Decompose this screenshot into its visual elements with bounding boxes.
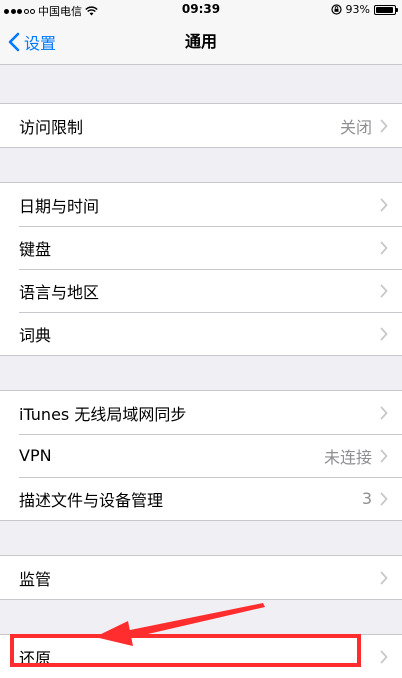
settings-row-value: 关闭 [339, 117, 372, 137]
settings-general-screen: 中国电信 09:39 93% 设置 通用 访问限制 关闭 日期与时间 键盘 语言… [0, 0, 402, 678]
settings-row[interactable]: VPN 未连接 [0, 434, 402, 477]
status-bar: 中国电信 09:39 93% [0, 0, 402, 20]
settings-group: 访问限制 关闭 [0, 103, 402, 148]
settings-list: 访问限制 关闭日期与时间键盘语言与地区词典 iTunes 无线局域网同步 VPN 未连接… [0, 65, 402, 678]
settings-row-label: 还原 [19, 648, 52, 668]
page-title: 通用 [184, 32, 217, 51]
settings-row[interactable]: 词典 [0, 312, 402, 355]
settings-row[interactable]: 键盘 [0, 226, 402, 269]
settings-group: iTunes 无线局域网同步 VPN 未连接描述文件与设备管理 3 [0, 390, 402, 521]
settings-row-value: 未连接 [323, 447, 372, 467]
chevron-right-icon [380, 327, 388, 341]
settings-row-label: 词典 [19, 325, 52, 345]
settings-group: 监管 [0, 555, 402, 600]
settings-row-label: 描述文件与设备管理 [19, 490, 164, 510]
section-gap [0, 356, 402, 390]
chevron-right-icon [380, 449, 388, 463]
section-gap [0, 521, 402, 555]
settings-group: 还原 [0, 634, 402, 678]
chevron-right-icon [380, 284, 388, 298]
settings-row[interactable]: 描述文件与设备管理 3 [0, 477, 402, 520]
chevron-right-icon [380, 119, 388, 133]
chevron-right-icon [380, 406, 388, 420]
rotation-lock-icon [330, 4, 342, 15]
battery-icon [374, 4, 398, 15]
settings-row[interactable]: 还原 [0, 635, 402, 678]
settings-row-label: 语言与地区 [19, 282, 100, 302]
section-gap [0, 65, 402, 103]
settings-row[interactable]: 语言与地区 [0, 269, 402, 312]
settings-row[interactable]: 日期与时间 [0, 183, 402, 226]
battery-fill [376, 6, 393, 13]
chevron-right-icon [380, 241, 388, 255]
settings-row-value: 3 [361, 489, 372, 508]
settings-row-label: iTunes 无线局域网同步 [19, 404, 187, 424]
settings-row[interactable]: 访问限制 关闭 [0, 104, 402, 147]
status-right: 93% [330, 3, 398, 16]
section-gap [0, 148, 402, 182]
navigation-bar: 设置 通用 [0, 20, 402, 65]
chevron-right-icon [380, 571, 388, 585]
settings-row-label: 日期与时间 [19, 196, 100, 216]
settings-row-label: VPN [19, 446, 52, 465]
settings-group: 日期与时间键盘语言与地区词典 [0, 182, 402, 356]
settings-row[interactable]: iTunes 无线局域网同步 [0, 391, 402, 434]
battery-percent: 93% [345, 3, 370, 16]
settings-row-label: 监管 [19, 569, 52, 589]
settings-row-label: 键盘 [19, 239, 52, 259]
settings-row-label: 访问限制 [19, 117, 84, 137]
settings-row[interactable]: 监管 [0, 556, 402, 599]
section-gap [0, 600, 402, 634]
chevron-right-icon [380, 492, 388, 506]
chevron-right-icon [380, 650, 388, 664]
chevron-right-icon [380, 198, 388, 212]
